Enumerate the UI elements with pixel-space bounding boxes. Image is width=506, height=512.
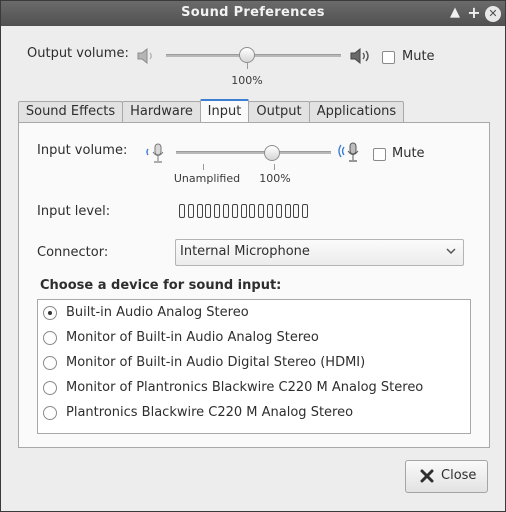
unamplified-tick [203,164,204,170]
device-radio-2[interactable] [43,356,57,370]
close-button-label: Close [441,468,477,483]
level-segment [275,204,282,218]
device-label-2[interactable]: Monitor of Built-in Audio Digital Stereo… [66,355,365,370]
title-bar[interactable]: Sound Preferences ▲ + ✕ [1,1,505,26]
device-radio-3[interactable] [43,381,57,395]
speaker-high-icon [350,47,369,65]
input-100-tick [274,164,275,170]
tab-output[interactable]: Output [248,101,310,122]
chevron-down-icon [446,248,456,255]
level-segment [240,204,247,218]
level-segment [249,204,256,218]
device-radio-0[interactable] [43,306,57,320]
output-100-mark: 100% [231,74,263,87]
connector-label: Connector: [37,245,109,260]
output-volume-slider-handle[interactable] [238,47,255,63]
level-segment [284,204,291,218]
close-window-icon[interactable]: ✕ [485,6,501,22]
output-100-tick [247,63,248,69]
level-segment [266,204,273,218]
input-volume-label: Input volume: [37,143,128,158]
devices-heading: Choose a device for sound input: [40,278,282,293]
input-volume-track[interactable] [176,151,331,154]
microphone-high-icon [338,142,359,162]
input-mute-label[interactable]: Mute [392,146,425,161]
output-mute-checkbox[interactable] [382,51,395,64]
output-volume-label: Output volume: [27,46,129,61]
level-segment [179,204,185,218]
level-segment [258,204,265,218]
sound-preferences-window: Sound Preferences ▲ + ✕ Output volume: 1… [0,0,506,512]
device-radio-1[interactable] [43,331,57,345]
connector-dropdown[interactable]: Internal Microphone [175,239,464,266]
tab-hardware[interactable]: Hardware [122,101,201,122]
unamplified-mark: Unamplified [173,172,241,185]
output-mute-label[interactable]: Mute [402,49,435,64]
device-radio-4[interactable] [43,406,57,420]
tab-applications[interactable]: Applications [309,101,404,122]
window-title: Sound Preferences [181,5,325,20]
device-label-0[interactable]: Built-in Audio Analog Stereo [66,305,249,320]
level-segment [187,204,194,218]
microphone-low-icon [146,143,164,163]
device-label-4[interactable]: Plantronics Blackwire C220 M Analog Ster… [66,405,353,420]
level-segment [214,204,221,218]
level-segment [231,204,238,218]
input-mute-checkbox[interactable] [373,148,386,161]
speaker-low-icon [137,47,152,65]
level-segment [196,204,203,218]
device-label-3[interactable]: Monitor of Plantronics Blackwire C220 M … [66,380,423,395]
level-segment [205,204,212,218]
level-segment [293,204,300,218]
close-button[interactable]: Close [405,460,488,493]
input-100-mark: 100% [259,172,291,185]
input-level-meter [179,204,311,218]
input-volume-slider-handle[interactable] [264,145,281,161]
device-label-1[interactable]: Monitor of Built-in Audio Analog Stereo [66,330,319,345]
maximize-icon[interactable]: + [465,4,483,22]
level-segment [302,204,309,218]
tab-sound-effects[interactable]: Sound Effects [18,101,123,122]
close-x-icon [420,469,434,483]
input-level-label: Input level: [37,204,111,219]
chevron-up-icon[interactable]: ▲ [446,4,464,22]
level-segment [222,204,229,218]
connector-value: Internal Microphone [180,244,310,259]
